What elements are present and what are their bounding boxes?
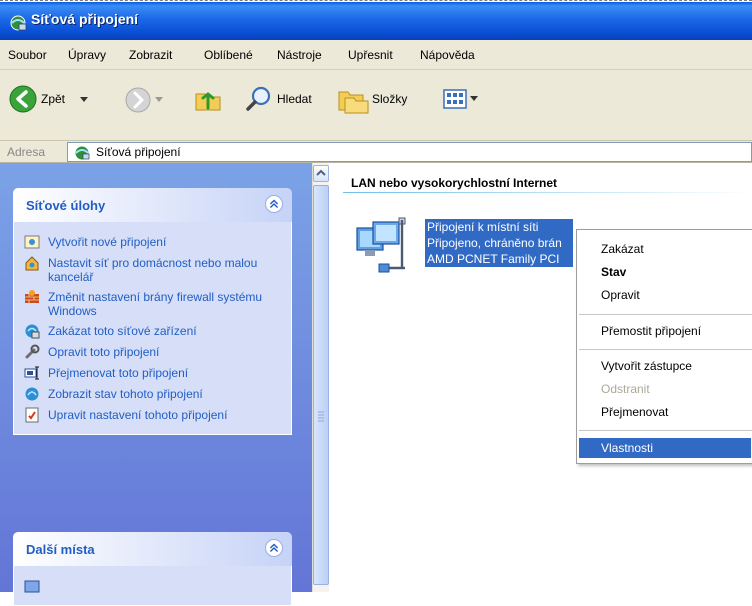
- menu-soubor[interactable]: Soubor: [8, 48, 47, 62]
- menu-bar: Soubor Úpravy Zobrazit Oblíbené Nástroje…: [0, 40, 752, 70]
- network-connections-icon: [10, 15, 27, 31]
- menu-delete-disabled: Odstranit: [601, 382, 650, 396]
- other-places-title: Další místa: [26, 542, 95, 557]
- address-value: Síťová připojení: [96, 145, 181, 159]
- network-tasks-title: Síťové úlohy: [26, 198, 106, 213]
- menu-create-shortcut[interactable]: Vytvořit zástupce: [601, 359, 692, 373]
- title-bar[interactable]: Síťová připojení: [0, 2, 752, 40]
- search-magnifier-icon: [246, 86, 271, 111]
- menu-zobrazit[interactable]: Zobrazit: [129, 48, 172, 62]
- places-item[interactable]: [14, 576, 291, 597]
- other-places-panel: Další místa: [13, 532, 292, 606]
- address-bar: Adresa Síťová připojení: [0, 141, 752, 163]
- network-tasks-panel: Síťové úlohy Vytvořit nové připojení Nas…: [13, 188, 292, 435]
- menu-properties[interactable]: Vlastnosti: [601, 441, 653, 455]
- settings-icon: [25, 407, 39, 423]
- address-label: Adresa: [7, 145, 46, 159]
- menu-separator: [579, 314, 752, 315]
- folders-label: Složky: [372, 92, 408, 106]
- menu-upresnit[interactable]: Upřesnit: [348, 48, 393, 62]
- search-label: Hledat: [277, 92, 312, 106]
- new-connection-icon: [24, 235, 40, 249]
- search-button[interactable]: Hledat: [244, 84, 312, 114]
- network-connections-icon: [75, 146, 90, 160]
- status-icon: [25, 387, 39, 401]
- network-tasks-list: Vytvořit nové připojení Nastavit síť pro…: [13, 222, 292, 435]
- group-header: LAN nebo vysokorychlostní Internet: [351, 176, 558, 190]
- task-pane-scrollbar[interactable]: [312, 163, 329, 592]
- task-new-connection[interactable]: Vytvořit nové připojení: [14, 232, 291, 253]
- standard-toolbar: Zpět Hledat Složky: [0, 70, 752, 182]
- menu-nastroje[interactable]: Nástroje: [277, 48, 322, 62]
- scroll-up-button[interactable]: [313, 165, 329, 182]
- collapse-chevron-icon[interactable]: [265, 539, 283, 557]
- back-arrow-icon: [9, 85, 37, 113]
- connection-device: AMD PCNET Family PCI: [425, 251, 573, 267]
- other-places-list: [13, 566, 292, 606]
- menu-separator: [579, 349, 752, 350]
- address-field[interactable]: Síťová připojení: [67, 142, 752, 162]
- group-divider: [343, 192, 752, 193]
- views-dropdown-icon: [470, 96, 478, 101]
- menu-separator: [579, 430, 752, 431]
- scroll-thumb[interactable]: [313, 185, 329, 585]
- up-folder-icon[interactable]: [193, 84, 223, 114]
- repair-icon: [25, 344, 40, 359]
- scroll-grip-icon: [318, 411, 324, 422]
- forward-dropdown-icon[interactable]: [155, 97, 163, 103]
- context-menu: Zakázat Stav Opravit Přemostit připojení…: [576, 229, 752, 464]
- disable-device-icon: [25, 324, 40, 339]
- views-button[interactable]: [443, 88, 478, 110]
- home-network-icon: [25, 256, 39, 271]
- rename-icon: [24, 366, 39, 380]
- menu-napoveda[interactable]: Nápověda: [420, 48, 475, 62]
- menu-upravy[interactable]: Úpravy: [68, 48, 106, 62]
- menu-disable[interactable]: Zakázat: [601, 242, 644, 256]
- menu-bridge[interactable]: Přemostit připojení: [601, 324, 701, 338]
- firewall-icon: [25, 290, 39, 303]
- menu-repair[interactable]: Opravit: [601, 288, 640, 302]
- task-firewall[interactable]: Změnit nastavení brány firewall systému …: [14, 287, 291, 321]
- forward-arrow-icon[interactable]: [124, 86, 152, 114]
- folders-button[interactable]: Složky: [337, 84, 407, 114]
- connection-name: Připojení k místní síti: [425, 219, 573, 235]
- scroll-up-arrow-icon: [316, 169, 326, 176]
- menu-rename[interactable]: Přejmenovat: [601, 405, 668, 419]
- connection-status: Připojeno, chráněno brán: [425, 235, 573, 251]
- network-tasks-header[interactable]: Síťové úlohy: [13, 188, 292, 222]
- task-view-status[interactable]: Zobrazit stav tohoto připojení: [14, 384, 291, 405]
- collapse-chevron-icon[interactable]: [265, 195, 283, 213]
- back-dropdown-icon[interactable]: [80, 97, 88, 103]
- task-repair[interactable]: Opravit toto připojení: [14, 342, 291, 363]
- lan-connection-labels[interactable]: Připojení k místní síti Připojeno, chrán…: [425, 219, 573, 267]
- task-disable-device[interactable]: Zakázat toto síťové zařízení: [14, 321, 291, 342]
- task-edit-settings[interactable]: Upravit nastavení tohoto připojení: [14, 405, 291, 426]
- menu-status[interactable]: Stav: [601, 265, 626, 279]
- task-home-network[interactable]: Nastavit síť pro domácnost nebo malou ka…: [14, 253, 291, 287]
- back-button[interactable]: Zpět: [8, 84, 65, 114]
- folders-icon: [338, 91, 369, 114]
- other-places-header[interactable]: Další místa: [13, 532, 292, 566]
- task-rename[interactable]: Přejmenovat toto připojení: [14, 363, 291, 384]
- lan-connection-icon[interactable]: [353, 216, 409, 276]
- window-title: Síťová připojení: [31, 11, 139, 27]
- views-grid-icon: [443, 89, 467, 109]
- menu-oblibene[interactable]: Oblíbené: [204, 48, 253, 62]
- task-pane: Síťové úlohy Vytvořit nové připojení Nas…: [0, 163, 312, 606]
- back-label: Zpět: [41, 92, 66, 106]
